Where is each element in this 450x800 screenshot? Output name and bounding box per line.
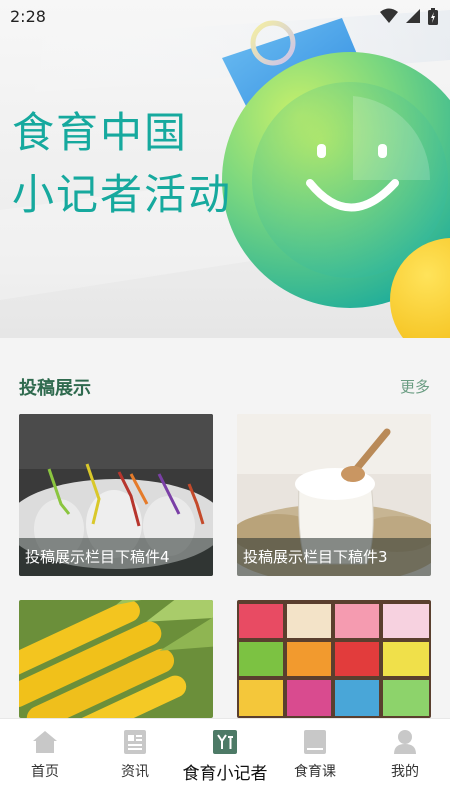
signal-icon (406, 9, 420, 23)
user-icon (392, 729, 418, 755)
card-image-candy (237, 600, 431, 718)
banner[interactable]: 食育中国 小记者活动 (0, 0, 450, 338)
more-link[interactable]: 更多 (400, 376, 430, 397)
banner-title-line1: 食育中国 (12, 108, 189, 157)
home-icon (32, 729, 58, 755)
reporter-icon (212, 729, 238, 755)
section-header: 投稿展示 更多 (0, 368, 450, 404)
news-icon (122, 729, 148, 755)
status-time: 2:28 (10, 6, 46, 26)
battery-icon (428, 7, 438, 25)
card-caption: 投稿展示栏目下稿件4 (19, 538, 213, 576)
nav-label: 资讯 (121, 764, 149, 780)
banner-title-line2: 小记者活动 (12, 170, 233, 219)
submission-card[interactable]: 投稿展示栏目下稿件4 (19, 414, 213, 576)
nav-label: 我的 (391, 764, 419, 780)
nav-item-home[interactable]: 首页 (0, 719, 90, 800)
status-icons (380, 7, 438, 25)
nav-item-course[interactable]: 食育课 (270, 719, 360, 800)
nav-item-me[interactable]: 我的 (360, 719, 450, 800)
status-bar: 2:28 (0, 0, 450, 32)
nav-item-news[interactable]: 资讯 (90, 719, 180, 800)
nav-label: 食育课 (294, 764, 336, 780)
submission-card[interactable] (237, 600, 431, 718)
book-icon (302, 729, 328, 755)
submission-card[interactable]: 投稿展示栏目下稿件3 (237, 414, 431, 576)
section-title: 投稿展示 (19, 378, 91, 399)
content-area: 投稿展示 更多 投稿展示栏目下稿件4 投稿展示栏目下稿件3 (0, 338, 450, 718)
wifi-icon (380, 8, 398, 23)
banner-title: 食育中国 小记者活动 (12, 102, 232, 226)
submission-card[interactable] (19, 600, 213, 718)
nav-label: 食育小记者 (182, 764, 268, 784)
nav-label: 首页 (31, 764, 59, 780)
card-caption: 投稿展示栏目下稿件3 (237, 538, 431, 576)
bottom-nav: 首页 资讯 食育小记者 食育课 我的 (0, 718, 450, 800)
nav-item-reporter[interactable]: 食育小记者 (180, 719, 270, 800)
card-image-corn (19, 600, 213, 718)
